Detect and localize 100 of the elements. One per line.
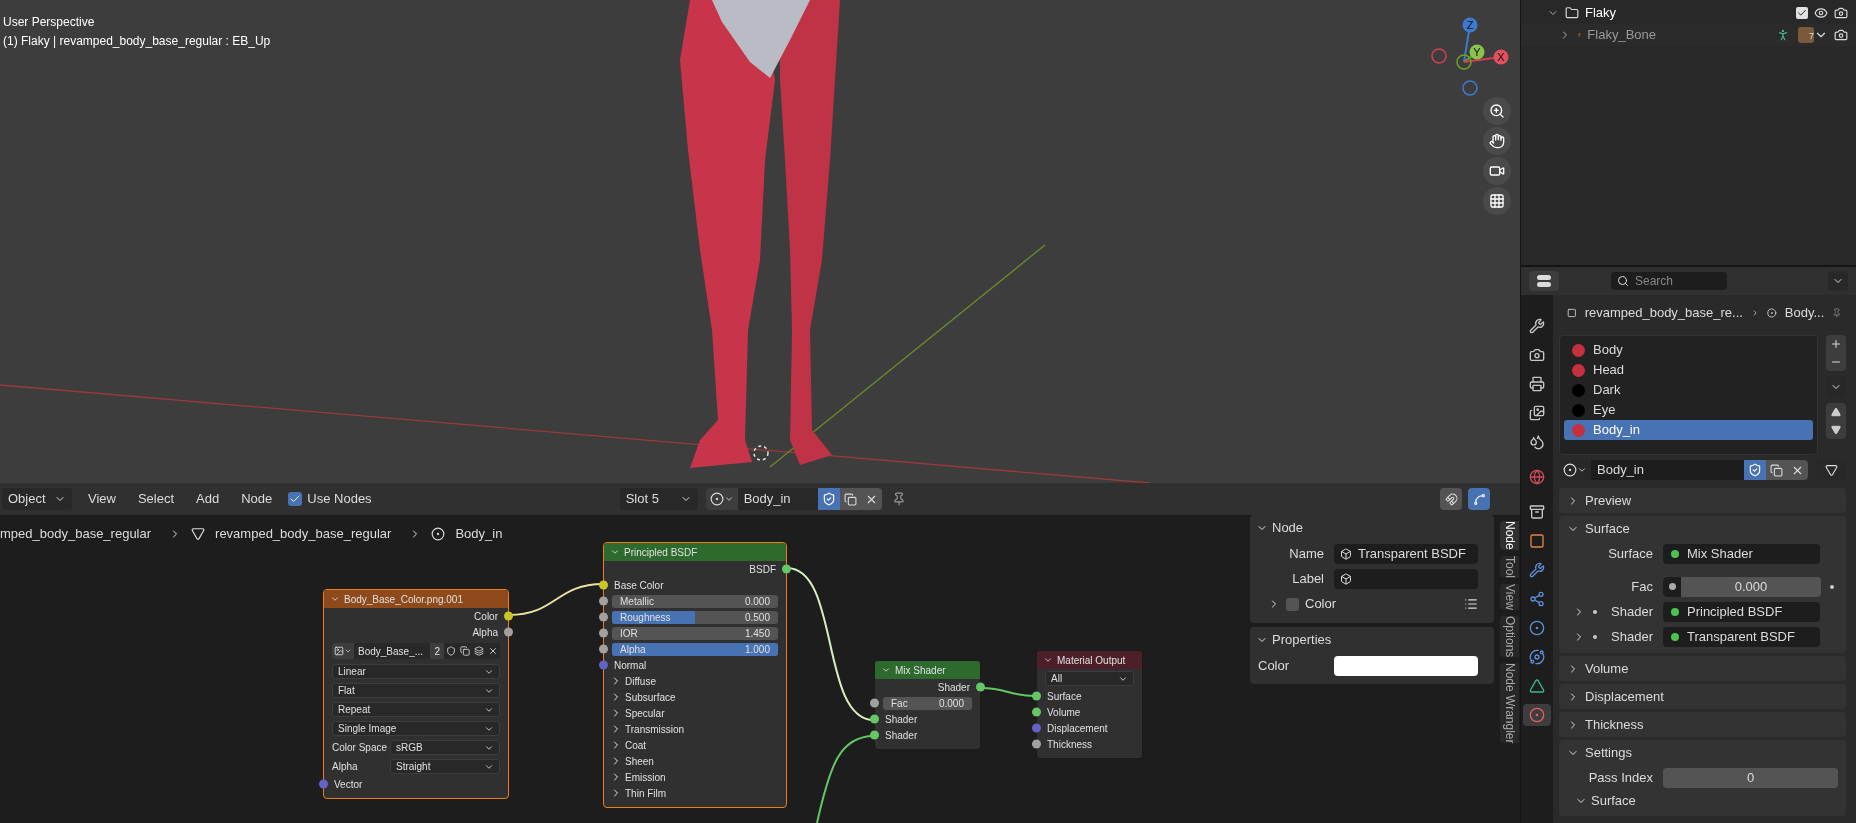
slot-dropdown[interactable]: Slot 5: [619, 488, 698, 510]
panel-header[interactable]: Surface: [1559, 516, 1846, 541]
value-slider[interactable]: Roughness 0.500: [612, 610, 778, 624]
grid-button[interactable]: [1483, 187, 1511, 215]
panel-header[interactable]: Settings: [1559, 740, 1846, 765]
panel-toggle[interactable]: Thin Film: [610, 785, 667, 801]
axis-handle[interactable]: [1493, 49, 1509, 65]
use-nodes-checkbox[interactable]: Use Nodes: [288, 489, 372, 509]
panel-toggle[interactable]: Sheen: [610, 753, 654, 769]
material-slot[interactable]: Body_in: [1564, 420, 1813, 440]
overlay-button[interactable]: [1468, 488, 1490, 510]
breadcrumb-item[interactable]: Body_in: [455, 524, 503, 544]
panel-toggle[interactable]: Coat: [610, 737, 647, 753]
shader-link-field[interactable]: Transparent BSDF: [1663, 626, 1820, 647]
material-slot[interactable]: Head: [1564, 360, 1813, 380]
panel-toggle[interactable]: Subsurface: [610, 689, 676, 705]
menu-item[interactable]: Add: [196, 489, 220, 509]
dropdown[interactable]: All: [1045, 671, 1134, 686]
number-field[interactable]: Metallic 0.000: [612, 594, 778, 608]
list-icon[interactable]: [1464, 597, 1478, 611]
material-browse-button[interactable]: [705, 488, 738, 510]
name-field[interactable]: Transparent BSDF: [1334, 543, 1478, 564]
dropdown[interactable]: Repeat: [332, 702, 500, 717]
material-slot[interactable]: Body: [1564, 340, 1813, 360]
menu-item[interactable]: View: [88, 489, 116, 509]
copy-icon[interactable]: [460, 646, 470, 656]
number-field[interactable]: IOR 1.450: [612, 626, 778, 640]
close-icon[interactable]: [488, 646, 498, 656]
dropdown[interactable]: Flat: [332, 683, 500, 698]
copy-button[interactable]: [839, 488, 861, 510]
shield-icon[interactable]: [446, 646, 456, 656]
panel-header[interactable]: Displacement: [1559, 684, 1846, 709]
material-slot[interactable]: Eye: [1564, 400, 1813, 420]
shader-link-field[interactable]: Mix Shader: [1663, 543, 1820, 564]
sidebar-tab[interactable]: Node Wrangler: [1500, 662, 1519, 744]
panel-header[interactable]: Preview: [1559, 488, 1846, 513]
panel-toggle[interactable]: Diffuse: [610, 673, 656, 689]
panel-toggle[interactable]: Emission: [610, 769, 666, 785]
fake-user-button[interactable]: [817, 488, 840, 510]
camera-icon[interactable]: [1834, 6, 1848, 20]
subpanel-header[interactable]: Color: [1268, 594, 1337, 614]
dropdown[interactable]: sRGB: [390, 740, 500, 755]
close-button[interactable]: [1787, 460, 1808, 480]
axis-handle[interactable]: [1462, 80, 1478, 96]
camera-button[interactable]: [1483, 157, 1511, 185]
breadcrumb-item[interactable]: revamped_body_base_re...: [1584, 303, 1743, 323]
checkbox[interactable]: [1796, 7, 1808, 19]
search-field[interactable]: Search: [1611, 272, 1727, 290]
panel-header[interactable]: Thickness: [1559, 712, 1846, 737]
navigation-gizmo[interactable]: Z Y X: [1430, 16, 1512, 98]
menu-item[interactable]: Node: [241, 489, 273, 509]
axis-handle[interactable]: [1469, 44, 1485, 60]
menu-item[interactable]: Select: [137, 489, 175, 509]
options-dropdown[interactable]: [1828, 271, 1848, 291]
material-name-field[interactable]: Body_in: [737, 489, 818, 509]
outliner-row[interactable]: Flaky: [1521, 2, 1856, 24]
number-field[interactable]: Fac 0.000: [883, 696, 972, 710]
breadcrumb-item[interactable]: Body...: [1784, 303, 1825, 323]
breadcrumb-item[interactable]: mped_body_base_regular: [0, 524, 152, 544]
zoom-button[interactable]: [1483, 97, 1511, 125]
image-name[interactable]: Body_Base_...: [354, 643, 431, 659]
label-field[interactable]: [1334, 568, 1478, 589]
number-field[interactable]: 0.000: [1663, 576, 1821, 597]
viewport[interactable]: User Perspective (1) Flaky | revamped_body_base_regular : EB_Up Z Y X: [0, 0, 1520, 483]
axis-handle[interactable]: [1456, 54, 1472, 70]
pin-icon[interactable]: [1832, 306, 1842, 320]
material-name-field[interactable]: Body_in: [1591, 460, 1744, 480]
panel-header[interactable]: Node: [1250, 515, 1310, 541]
shader-link-field[interactable]: Principled BSDF: [1663, 601, 1820, 622]
pin-icon[interactable]: [891, 492, 906, 506]
hand-button[interactable]: [1483, 127, 1511, 155]
image-browse-button[interactable]: [332, 643, 354, 659]
panel-toggle[interactable]: Transmission: [610, 721, 685, 737]
layers-icon[interactable]: [474, 646, 484, 656]
axis-handle[interactable]: [1431, 48, 1447, 64]
eye-icon[interactable]: [1814, 6, 1828, 20]
value-slider[interactable]: Alpha 1.000: [612, 642, 778, 656]
dropdown[interactable]: Straight: [390, 759, 500, 774]
panel-header[interactable]: Volume: [1559, 656, 1846, 681]
dropdown[interactable]: Linear: [332, 664, 500, 679]
color-swatch[interactable]: [1334, 655, 1478, 676]
panel-toggle[interactable]: Specular: [610, 705, 665, 721]
axis-handle[interactable]: [1462, 17, 1478, 33]
close-button[interactable]: [860, 488, 882, 510]
copy-button[interactable]: [1766, 460, 1787, 480]
breadcrumb-item[interactable]: revamped_body_base_regular: [215, 524, 392, 544]
sidebar-tab[interactable]: View: [1500, 583, 1519, 610]
camera-icon[interactable]: [1834, 28, 1848, 42]
snap-button[interactable]: [1440, 488, 1462, 510]
dropdown[interactable]: Single Image: [332, 721, 500, 736]
editor-type-button[interactable]: [1529, 271, 1559, 291]
socket-label: Thickness: [1047, 737, 1092, 752]
subpanel-header[interactable]: Surface: [1575, 791, 1636, 811]
sidebar-tab[interactable]: Node: [1500, 521, 1519, 550]
number-field[interactable]: 0: [1663, 767, 1838, 788]
material-slot[interactable]: Dark: [1564, 380, 1813, 400]
panel-header[interactable]: Properties: [1250, 627, 1338, 653]
sidebar-tab[interactable]: Tool: [1500, 555, 1519, 578]
mode-dropdown[interactable]: Object: [2, 488, 72, 510]
sidebar-tab[interactable]: Options: [1500, 615, 1519, 657]
